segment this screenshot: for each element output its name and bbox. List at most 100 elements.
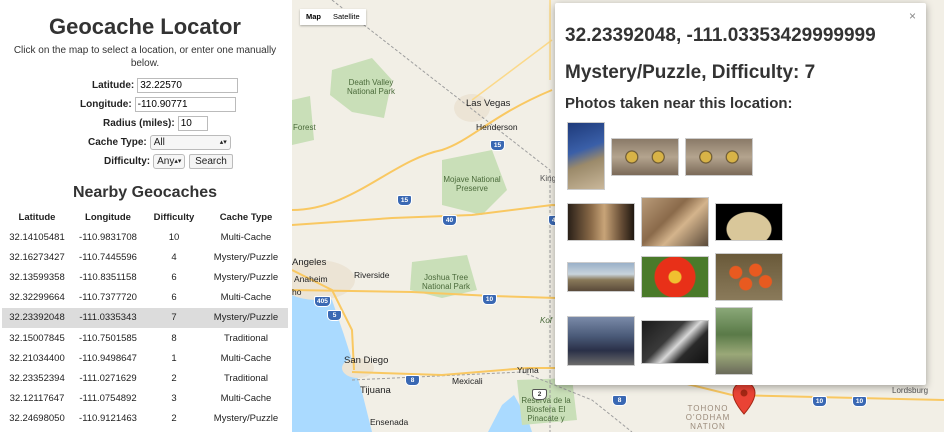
table-row[interactable]: 32.24698050 -110.9121463 2 Mystery/Puzzle [2, 409, 288, 429]
cell-latitude: 32.32299664 [9, 292, 65, 304]
cell-cache-type: Mystery/Puzzle [213, 413, 279, 425]
cell-latitude: 32.21034400 [9, 352, 65, 364]
cache-type-value: All [153, 136, 165, 148]
highway-shield-icon: 8 [612, 395, 627, 406]
cell-longitude: -110.9831708 [79, 231, 137, 243]
photo-cat-eyes-2[interactable] [685, 138, 753, 176]
reserva-label: Reserva de la Biosfera El Pinacate y [521, 396, 571, 423]
henderson-label: Henderson [476, 122, 518, 132]
radius-input[interactable] [177, 115, 208, 131]
table-header-row: Latitude Longitude Difficulty Cache Type [2, 208, 288, 227]
photo-tools[interactable] [641, 320, 709, 364]
search-button[interactable]: Search [189, 153, 233, 169]
table-row[interactable]: 32.32299664 -110.7377720 6 Multi-Cache [2, 288, 288, 308]
photo-panorama[interactable] [567, 262, 635, 292]
cell-latitude: 32.16273427 [9, 251, 65, 263]
photo-cat-window[interactable] [567, 122, 605, 190]
highway-shield-icon: 10 [812, 396, 827, 407]
search-form: Latitude: Longitude: Radius (miles): Cac… [0, 76, 290, 170]
photo-motorcycle[interactable] [567, 316, 635, 366]
cell-longitude: -111.0754892 [79, 393, 137, 405]
cell-cache-type: Multi-Cache [220, 231, 272, 243]
highway-shield-icon: 10 [482, 294, 497, 305]
photos-title: Photos taken near this location: [565, 95, 793, 112]
table-row[interactable]: 32.15007845 -110.7501585 8 Traditional [2, 328, 288, 348]
highway-shield-icon: 5 [327, 310, 342, 321]
cell-difficulty: 2 [171, 372, 177, 384]
difficulty-select[interactable]: Any ▴▾ [153, 153, 186, 169]
cell-longitude: -110.7501585 [79, 332, 137, 344]
table-body: 32.14105481 -110.9831708 10 Multi-Cache 32.1… [2, 227, 288, 429]
highway-shield-icon: 2 [532, 389, 547, 400]
cell-difficulty: 2 [171, 413, 177, 425]
table-row[interactable]: 32.23352394 -111.0271629 2 Traditional [2, 368, 288, 388]
photo-cat-laptop[interactable] [641, 197, 709, 247]
cell-difficulty: 4 [171, 251, 177, 263]
joshua-tree-label: Joshua Tree National Park [421, 273, 471, 291]
cell-cache-type: Traditional [223, 372, 268, 384]
photo-cat-eyes-1[interactable] [611, 138, 679, 176]
cell-latitude: 32.23392048 [2, 307, 72, 328]
map-button[interactable]: Map [300, 9, 327, 25]
col-cache-type: Cache Type [219, 212, 273, 223]
cell-cache-type: Mystery/Puzzle [213, 271, 279, 283]
select-arrows-icon: ▴▾ [174, 158, 182, 165]
cell-longitude: -110.9498647 [79, 352, 137, 364]
info-window: × 32.23392048, -111.03353429999999 Myste… [555, 3, 926, 385]
photo-cactus-fruit[interactable] [715, 253, 783, 301]
longitude-label: Longitude: [80, 98, 132, 110]
close-icon[interactable]: × [909, 9, 916, 23]
cell-latitude: 32.12117647 [9, 393, 65, 405]
ho-label: ho [292, 287, 302, 297]
riverside-label: Riverside [354, 270, 390, 280]
photo-leaf[interactable] [715, 203, 783, 241]
cell-difficulty: 3 [171, 393, 177, 405]
highway-shield-icon: 10 [852, 396, 867, 407]
yuma-label: Yuma [517, 365, 539, 375]
difficulty-label: Difficulty: [104, 155, 151, 167]
cell-latitude: 32.13599358 [9, 271, 65, 283]
cell-cache-type: Mystery/Puzzle [213, 251, 279, 263]
mojave-label: Mojave National Preserve [443, 175, 501, 193]
col-longitude: Longitude [85, 212, 131, 223]
cell-latitude: 32.23352394 [9, 372, 65, 384]
cell-difficulty: 7 [144, 307, 204, 328]
radius-label: Radius (miles): [103, 117, 175, 129]
photo-red-flower[interactable] [641, 256, 709, 298]
photo-cat-face[interactable] [567, 203, 635, 241]
cell-longitude: -110.9121463 [79, 413, 137, 425]
highway-shield-icon: 15 [397, 195, 412, 206]
geocache-table: Latitude Longitude Difficulty Cache Type… [2, 208, 288, 429]
kof-label: Kof [540, 316, 553, 325]
photo-cactus[interactable] [715, 307, 753, 375]
cell-difficulty: 1 [171, 352, 177, 364]
latitude-input[interactable] [137, 77, 239, 93]
longitude-input[interactable] [134, 96, 236, 112]
table-row[interactable]: 32.14105481 -110.9831708 10 Multi-Cache [2, 227, 288, 247]
cell-difficulty: 10 [168, 231, 180, 243]
san-diego-label: San Diego [344, 355, 389, 366]
table-row[interactable]: 32.16273427 -110.7445596 4 Mystery/Puzzle [2, 247, 288, 267]
forest-label: Forest [293, 123, 316, 132]
highway-shield-icon: 405 [314, 296, 331, 307]
table-row[interactable]: 32.12117647 -111.0754892 3 Multi-Cache [2, 389, 288, 409]
cache-type-label: Cache Type: [88, 136, 147, 148]
death-valley-label: Death Valley National Park [346, 78, 396, 96]
angeles-label: Angeles [292, 257, 327, 268]
sidebar: Geocache Locator Click on the map to sel… [0, 0, 290, 432]
cell-longitude: -111.0271629 [79, 372, 137, 384]
cell-cache-type: Multi-Cache [220, 352, 272, 364]
col-latitude: Latitude [18, 212, 56, 223]
map-type-control: Map Satellite [300, 9, 366, 25]
cell-difficulty: 6 [171, 271, 177, 283]
tohono-label: TOHONO O'ODHAM NATION [685, 404, 731, 431]
las-vegas-label: Las Vegas [466, 98, 511, 109]
table-row[interactable]: 32.13599358 -110.8351158 6 Mystery/Puzzle [2, 267, 288, 287]
table-row[interactable]: 32.21034400 -110.9498647 1 Multi-Cache [2, 348, 288, 368]
king-label: King [540, 174, 557, 183]
table-row[interactable]: 32.23392048 -111.0335343 7 Mystery/Puzzle [2, 307, 288, 328]
cache-type-select[interactable]: All ▴▾ [149, 134, 231, 150]
satellite-button[interactable]: Satellite [327, 9, 366, 25]
anaheim-label: Anaheim [294, 274, 328, 284]
info-cache-type: Mystery/Puzzle, Difficulty: 7 [565, 62, 816, 83]
